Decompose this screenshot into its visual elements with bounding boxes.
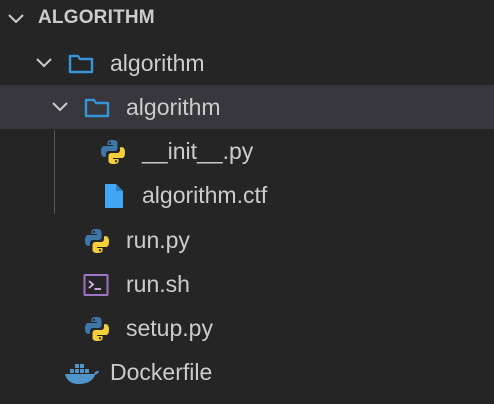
tree-item-file-setup-py[interactable]: setup.py xyxy=(0,306,494,350)
python-icon xyxy=(85,229,109,253)
tree-item-file-dockerfile[interactable]: Dockerfile xyxy=(0,350,494,394)
tree-item-label: setup.py xyxy=(126,315,213,341)
chevron-down-icon xyxy=(8,14,24,24)
folder-icon xyxy=(84,98,110,118)
file-icon xyxy=(105,184,123,208)
tree-item-label: run.py xyxy=(126,227,190,253)
tree-item-label: __init__.py xyxy=(142,138,254,164)
docker-icon xyxy=(65,364,99,384)
tree-item-label: algorithm xyxy=(110,50,205,76)
tree-item-label: algorithm xyxy=(126,94,221,120)
chevron-down-icon xyxy=(52,102,68,112)
tree-item-label: run.sh xyxy=(126,271,190,297)
tree-item-file-algorithm-ctf[interactable]: algorithm.ctf xyxy=(0,173,494,217)
tree-item-folder-algorithm[interactable]: algorithm xyxy=(0,41,494,85)
explorer-section-title: ALGORITHM xyxy=(38,7,155,28)
terminal-icon xyxy=(83,274,109,296)
tree-item-file-run-sh[interactable]: run.sh xyxy=(0,262,494,306)
chevron-down-icon xyxy=(36,58,52,68)
tree-item-label: algorithm.ctf xyxy=(142,182,268,208)
tree-item-file-run-py[interactable]: run.py xyxy=(0,218,494,262)
python-icon xyxy=(101,140,125,164)
explorer-section-header[interactable]: ALGORITHM xyxy=(0,0,494,38)
tree-item-file-init-py[interactable]: __init__.py xyxy=(0,129,494,173)
python-icon xyxy=(85,317,109,341)
tree-item-folder-algorithm-nested[interactable]: algorithm xyxy=(0,85,494,129)
tree-item-label: Dockerfile xyxy=(110,359,213,385)
folder-icon xyxy=(68,54,94,74)
file-explorer: ALGORITHM algorithm algorithm __init__.p… xyxy=(0,0,494,404)
